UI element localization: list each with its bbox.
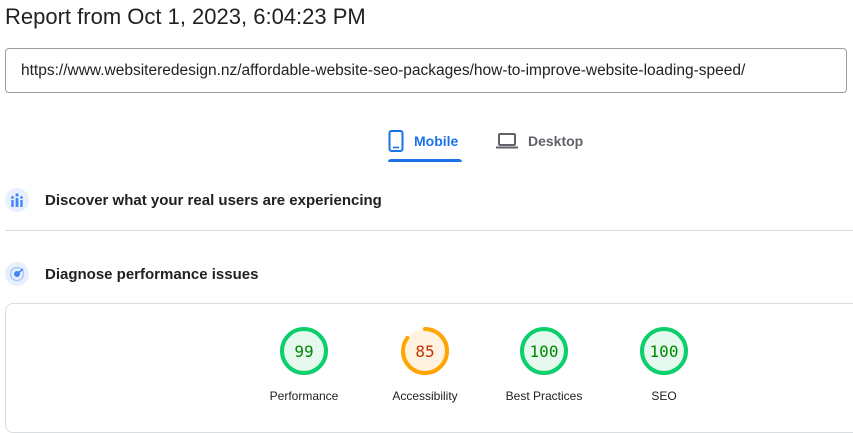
diagnose-heading: Diagnose performance issues: [45, 265, 259, 283]
gauge-ring: 99: [280, 327, 328, 375]
score-value: 100: [530, 342, 559, 361]
report-title: Report from Oct 1, 2023, 6:04:23 PM: [5, 4, 366, 29]
tab-mobile[interactable]: Mobile: [388, 120, 462, 162]
device-tabs: Mobile Desktop: [0, 120, 853, 162]
laptop-icon: [496, 133, 518, 149]
score-value: 99: [294, 342, 313, 361]
score-label: Best Practices: [505, 389, 583, 403]
url-input[interactable]: https://www.websiteredesign.nz/affordabl…: [5, 48, 847, 93]
users-chart-icon: [5, 188, 29, 212]
diagnose-section: Diagnose performance issues: [5, 261, 258, 287]
real-users-heading: Discover what your real users are experi…: [45, 191, 382, 209]
section-divider: [5, 230, 853, 231]
score-value: 100: [650, 342, 679, 361]
score-gauge-performance[interactable]: 99 Performance: [244, 326, 364, 412]
score-label: SEO: [651, 389, 677, 403]
score-label: Accessibility: [392, 389, 458, 403]
score-gauge-accessibility[interactable]: 85 Accessibility: [365, 326, 485, 412]
lighthouse-icon: [5, 262, 29, 286]
url-text: https://www.websiteredesign.nz/affordabl…: [21, 61, 746, 79]
smartphone-icon: [388, 130, 404, 152]
tab-desktop[interactable]: Desktop: [496, 120, 596, 162]
score-gauge-best-practices[interactable]: 100 Best Practices: [484, 326, 604, 412]
tab-selected-indicator: [388, 159, 462, 162]
tab-mobile-label: Mobile: [414, 133, 459, 149]
gauge-ring: 100: [640, 327, 688, 375]
score-label: Performance: [269, 389, 339, 403]
tab-desktop-label: Desktop: [528, 133, 584, 149]
gauge-ring: 85: [401, 327, 449, 375]
real-users-section: Discover what your real users are experi…: [5, 187, 382, 213]
gauge-ring: 100: [520, 327, 568, 375]
score-gauge-seo[interactable]: 100 SEO: [604, 326, 724, 412]
score-value: 85: [415, 342, 434, 361]
